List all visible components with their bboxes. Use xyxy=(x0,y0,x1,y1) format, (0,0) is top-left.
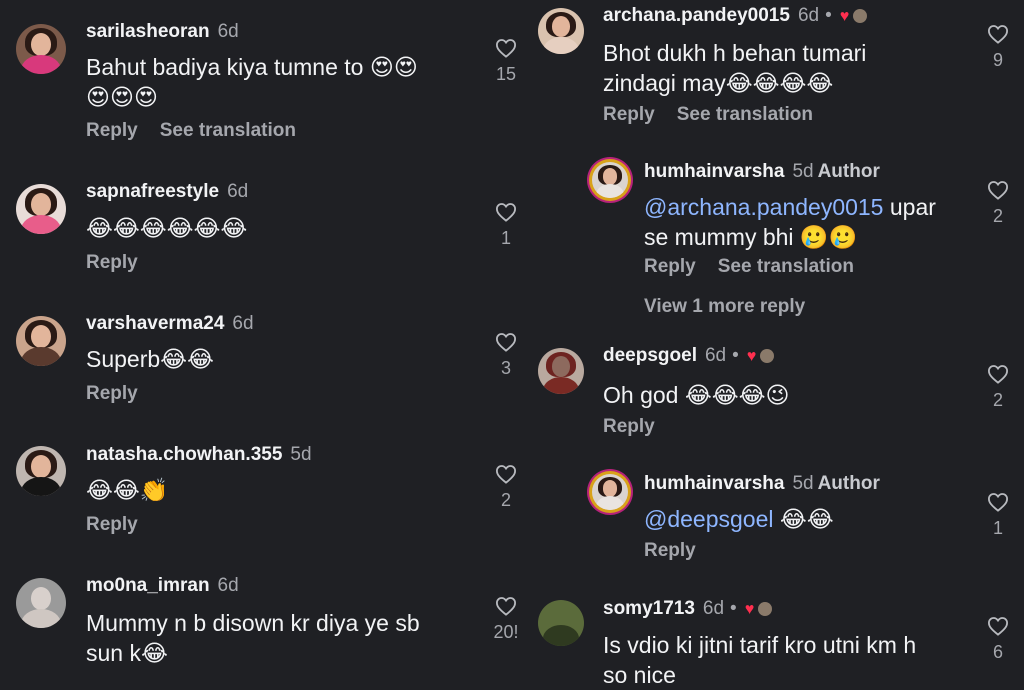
comment-item: archana.pandey0015 6d • ♥ Bhot dukh h behan… xyxy=(520,0,1024,140)
comment-item: somy1713 6d • ♥ Is vdio ki jitni tarif kro … xyxy=(520,590,1024,688)
username[interactable]: humhainvarsha xyxy=(644,161,784,182)
comment-text: 😂😂😂😂😂😂 xyxy=(86,215,248,241)
like-count: 9 xyxy=(992,50,1003,70)
avatar[interactable] xyxy=(538,348,584,394)
comment-text: Bahut badiya kiya tumne to 😍😍 😍😍😍 xyxy=(86,54,418,110)
comment-item: sarilasheoran 6d Bahut badiya kiya tumne … xyxy=(0,0,520,150)
like-count: 1 xyxy=(992,518,1003,538)
comment-text: Is vdio ki jitni tarif kro utni km h so n… xyxy=(603,632,917,688)
heart-outline-icon[interactable] xyxy=(978,24,1018,44)
username[interactable]: somy1713 xyxy=(603,598,695,619)
avatar[interactable] xyxy=(16,578,66,628)
comment-item: mo0na_imran 6d Mummy n b disown kr diya y… xyxy=(0,566,520,683)
reply-button[interactable]: Reply xyxy=(86,514,138,535)
comment-age: 6d xyxy=(232,313,254,334)
username[interactable]: natasha.chowhan.355 xyxy=(86,444,282,465)
see-translation-button[interactable]: See translation xyxy=(718,256,854,277)
username[interactable]: sarilasheoran xyxy=(86,21,210,42)
comment-text: Oh god 😂😂😂😉 xyxy=(603,382,790,408)
mention-link[interactable]: @archana.pandey0015 xyxy=(644,194,883,220)
reply-button[interactable]: Reply xyxy=(603,416,655,437)
see-translation-button[interactable]: See translation xyxy=(160,120,296,141)
comment-text: 😂😂👏 xyxy=(86,477,169,503)
avatar[interactable] xyxy=(16,24,66,74)
reply-button[interactable]: Reply xyxy=(86,120,138,141)
avatar[interactable] xyxy=(16,316,66,366)
comments-column-right: archana.pandey0015 6d • ♥ Bhot dukh h behan… xyxy=(520,0,1024,688)
creator-avatar-mini xyxy=(758,601,773,616)
avatar[interactable] xyxy=(592,474,628,510)
like-count: 2 xyxy=(992,206,1003,226)
author-badge: Author xyxy=(817,473,880,494)
username[interactable]: sapnafreestyle xyxy=(86,181,219,202)
username[interactable]: deepsgoel xyxy=(603,345,697,366)
comment-age: 6d xyxy=(702,598,725,619)
username[interactable]: varshaverma24 xyxy=(86,313,224,334)
avatar[interactable] xyxy=(16,184,66,234)
reply-button[interactable]: Reply xyxy=(644,540,696,561)
like-count: 6 xyxy=(992,642,1003,662)
see-translation-button[interactable]: See translation xyxy=(677,104,813,125)
mention-link[interactable]: @deepsgoel xyxy=(644,506,774,532)
comment-item: natasha.chowhan.355 5d 😂😂👏 Reply 2 xyxy=(0,434,520,544)
comment-item: sapnafreestyle 6d 😂😂😂😂😂😂 Reply 1 xyxy=(0,170,520,280)
comment-age: 6d xyxy=(797,5,820,26)
comment-text: Superb😂😂 xyxy=(86,346,214,372)
username[interactable]: archana.pandey0015 xyxy=(603,5,790,26)
comment-item: deepsgoel 6d • ♥ Oh god 😂😂😂😉 Reply 2 xyxy=(520,336,1024,446)
username[interactable]: humhainvarsha xyxy=(644,473,784,494)
red-heart-icon: ♥ xyxy=(746,348,757,365)
comments-column-left: sarilasheoran 6d Bahut badiya kiya tumne … xyxy=(0,0,520,683)
comment-text: @archana.pandey0015 upar se mummy bhi 🥲🥲 xyxy=(644,194,936,250)
comment-age: 5d xyxy=(792,161,814,182)
comment-age: 6d xyxy=(217,21,239,42)
comment-text: Mummy n b disown kr diya ye sb sun k😂 xyxy=(86,610,420,666)
comment-text: Bhot dukh h behan tumari zindagi may😂😂😂😂 xyxy=(603,40,867,96)
reply-item: humhainvarsha 5d Author @archana.pandey001… xyxy=(520,152,1024,292)
like-count: 2 xyxy=(992,390,1003,410)
creator-avatar-mini xyxy=(853,8,868,23)
heart-outline-icon[interactable] xyxy=(978,492,1018,512)
avatar[interactable] xyxy=(592,162,628,198)
reply-item: humhainvarsha 5d Author @deepsgoel 😂😂 Repl… xyxy=(520,462,1024,572)
comment-age: 6d xyxy=(227,181,249,202)
heart-outline-icon[interactable] xyxy=(978,180,1018,200)
red-heart-icon: ♥ xyxy=(744,601,755,618)
comment-item: varshaverma24 6d Superb😂😂 Reply 3 xyxy=(0,302,520,412)
comment-age: 5d xyxy=(792,473,814,494)
reply-button[interactable]: Reply xyxy=(86,252,138,273)
avatar[interactable] xyxy=(538,600,584,646)
heart-outline-icon[interactable] xyxy=(978,616,1018,636)
red-heart-icon: ♥ xyxy=(839,8,850,25)
comment-age: 5d xyxy=(290,444,312,465)
comment-text: @deepsgoel 😂😂 xyxy=(644,506,834,532)
author-badge: Author xyxy=(817,161,880,182)
reply-button[interactable]: Reply xyxy=(86,383,138,404)
avatar[interactable] xyxy=(538,8,584,54)
comment-age: 6d xyxy=(217,575,239,596)
reply-button[interactable]: Reply xyxy=(603,104,655,125)
view-more-replies-button[interactable]: View 1 more reply xyxy=(644,296,805,318)
reply-button[interactable]: Reply xyxy=(644,256,696,277)
heart-outline-icon[interactable] xyxy=(978,364,1018,384)
username[interactable]: mo0na_imran xyxy=(86,575,210,596)
comment-age: 6d xyxy=(704,345,727,366)
creator-avatar-mini xyxy=(760,348,775,363)
avatar[interactable] xyxy=(16,446,66,496)
